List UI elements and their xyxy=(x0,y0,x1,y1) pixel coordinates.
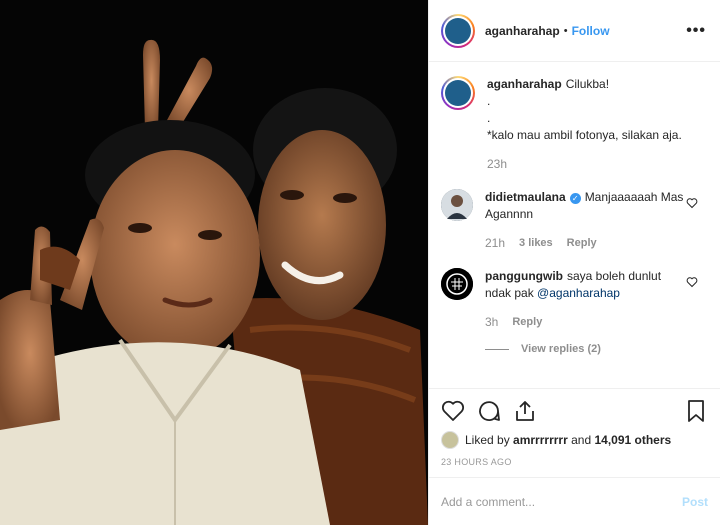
caption-username[interactable]: aganharahap xyxy=(487,77,562,91)
commenter-logo xyxy=(441,268,473,300)
author-username[interactable]: aganharahap xyxy=(485,24,560,38)
replies-divider xyxy=(485,348,509,350)
comment-time[interactable]: 3h xyxy=(485,314,498,331)
comment-meta: 3h Reply xyxy=(485,314,685,331)
likes-summary: Liked by amrrrrrrrr and 14,091 others xyxy=(441,431,708,449)
post-date[interactable]: 23 HOURS AGO xyxy=(441,457,708,467)
liked-by-count[interactable]: 14,091 others xyxy=(594,433,671,447)
caption: aganharahap Cilukba! . . *kalo mau ambil … xyxy=(441,76,706,173)
photo-illustration xyxy=(0,0,428,525)
reply-button[interactable]: Reply xyxy=(512,314,542,331)
caption-time[interactable]: 23h xyxy=(487,156,507,173)
heart-icon[interactable] xyxy=(686,197,698,209)
post-header: aganharahap • Follow ••• xyxy=(429,0,720,62)
more-options-icon[interactable]: ••• xyxy=(686,22,706,40)
share-icon[interactable] xyxy=(513,399,537,423)
comment-likes[interactable]: 3 likes xyxy=(519,235,553,252)
commenter-avatar[interactable] xyxy=(441,268,473,300)
comment-body: didietmaulana ✓ Manjaaaaaah Mas Agannnn 21… xyxy=(485,189,685,252)
header-separator: • xyxy=(563,24,568,37)
bookmark-icon[interactable] xyxy=(684,399,708,423)
follow-button[interactable]: Follow xyxy=(572,24,610,38)
commenter-avatar[interactable] xyxy=(441,189,473,221)
comment-time[interactable]: 21h xyxy=(485,235,505,252)
liker-avatar[interactable] xyxy=(441,431,459,449)
comment-bubble-icon[interactable] xyxy=(477,399,501,423)
liked-by-prefix: Liked by xyxy=(465,433,510,447)
caption-text: Cilukba! xyxy=(565,77,610,91)
post-actions: Liked by amrrrrrrrr and 14,091 others 23… xyxy=(429,388,720,467)
post-comment-button[interactable]: Post xyxy=(682,495,708,509)
comments-list[interactable]: aganharahap Cilukba! . . *kalo mau ambil … xyxy=(429,62,720,388)
comment-item: didietmaulana ✓ Manjaaaaaah Mas Agannnn 21… xyxy=(441,189,706,252)
commenter-photo xyxy=(441,189,473,221)
caption-body: aganharahap Cilukba! . . *kalo mau ambil … xyxy=(487,76,687,173)
comment-input[interactable] xyxy=(441,494,682,509)
comment-body: panggungwib saya boleh dunlut ndak pak @a… xyxy=(485,268,685,331)
post-side-panel: aganharahap • Follow ••• aganharahap Cilu… xyxy=(428,0,720,525)
liked-by-user[interactable]: amrrrrrrrr xyxy=(513,433,568,447)
add-comment-bar: Post xyxy=(429,477,720,525)
comment-item: panggungwib saya boleh dunlut ndak pak @a… xyxy=(441,268,706,331)
action-icons xyxy=(441,399,708,423)
comment-username[interactable]: didietmaulana xyxy=(485,190,566,204)
view-replies-label: View replies (2) xyxy=(521,343,601,355)
comment-mention[interactable]: @aganharahap xyxy=(537,286,620,300)
reply-button[interactable]: Reply xyxy=(567,235,597,252)
author-avatar[interactable] xyxy=(441,13,475,48)
heart-icon[interactable] xyxy=(686,276,698,288)
like-heart-icon[interactable] xyxy=(441,399,465,423)
caption-avatar[interactable] xyxy=(441,76,475,110)
caption-line-4: *kalo mau ambil fotonya, silakan aja. xyxy=(487,128,682,142)
verified-badge-icon: ✓ xyxy=(569,193,581,204)
comment-meta: 21h 3 likes Reply xyxy=(485,235,685,252)
liked-by-and: and xyxy=(571,433,592,447)
post-photo[interactable] xyxy=(0,0,428,525)
comment-username[interactable]: panggungwib xyxy=(485,269,563,283)
caption-line-2: . xyxy=(487,94,491,108)
caption-line-3: . xyxy=(487,111,491,125)
caption-meta: 23h xyxy=(487,156,687,173)
view-replies-button[interactable]: View replies (2) xyxy=(485,343,706,355)
